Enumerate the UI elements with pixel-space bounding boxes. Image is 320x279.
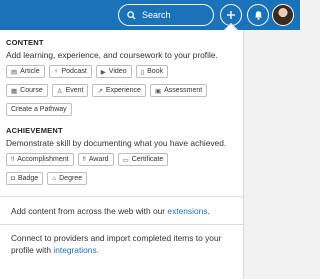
achievement-section-description: Demonstrate skill by documenting what yo… bbox=[6, 138, 227, 148]
achievement-chip-row-2: ◘ Badge ⌂ Degree bbox=[6, 172, 237, 185]
achievement-section: ACHIEVEMENT Demonstrate skill by documen… bbox=[0, 116, 243, 185]
integrations-note: Connect to providers and import complete… bbox=[11, 233, 222, 255]
assessment-icon: ▣ bbox=[154, 87, 162, 95]
video-button[interactable]: ▶ Video bbox=[95, 65, 132, 78]
degree-icon: ⌂ bbox=[52, 175, 57, 182]
podcast-icon: ♀ bbox=[53, 68, 59, 75]
bell-icon bbox=[254, 11, 262, 20]
content-chip-row-3: Create a Pathway bbox=[6, 103, 237, 116]
integrations-link[interactable]: integrations bbox=[53, 245, 96, 255]
content-chip-row-2: ▦ Course ♙ Event ↗ Experience ▣ Assessment bbox=[6, 84, 237, 97]
article-icon: ▤ bbox=[11, 68, 18, 76]
experience-icon: ↗ bbox=[97, 87, 103, 95]
achievement-chip-row-1: ‼ Accomplishment ‼ Award ▭ Certificate bbox=[6, 153, 237, 166]
accomplishment-icon: ‼ bbox=[11, 156, 15, 163]
achievement-section-title: ACHIEVEMENT bbox=[6, 126, 63, 135]
search-button[interactable]: Search bbox=[118, 4, 214, 26]
user-avatar[interactable] bbox=[272, 4, 294, 26]
book-icon: ▯ bbox=[140, 68, 145, 76]
award-button[interactable]: ‼ Award bbox=[77, 153, 114, 166]
course-button[interactable]: ▦ Course bbox=[6, 84, 48, 97]
search-icon bbox=[127, 10, 136, 20]
extensions-link[interactable]: extensions bbox=[167, 206, 207, 216]
accomplishment-button[interactable]: ‼ Accomplishment bbox=[6, 153, 74, 166]
create-pathway-button[interactable]: Create a Pathway bbox=[6, 103, 72, 116]
certificate-button[interactable]: ▭ Certificate bbox=[117, 153, 169, 166]
degree-button[interactable]: ⌂ Degree bbox=[47, 172, 88, 185]
content-chip-row-1: ▤ Article ♀ Podcast ▶ Video ▯ Book bbox=[6, 65, 237, 78]
article-button[interactable]: ▤ Article bbox=[6, 65, 45, 78]
certificate-icon: ▭ bbox=[122, 156, 129, 164]
badge-button[interactable]: ◘ Badge bbox=[6, 172, 44, 185]
course-icon: ▦ bbox=[11, 87, 18, 95]
podcast-button[interactable]: ♀ Podcast bbox=[48, 65, 92, 78]
content-section-title: CONTENT bbox=[6, 38, 44, 47]
badge-icon: ◘ bbox=[11, 175, 15, 182]
content-section-description: Add learning, experience, and coursework… bbox=[6, 50, 218, 60]
assessment-button[interactable]: ▣ Assessment bbox=[149, 84, 208, 97]
video-icon: ▶ bbox=[100, 68, 106, 76]
event-icon: ♙ bbox=[56, 87, 63, 95]
add-content-dropdown: CONTENT Add learning, experience, and co… bbox=[0, 30, 244, 279]
notifications-button[interactable] bbox=[247, 4, 269, 26]
award-icon: ‼ bbox=[82, 156, 86, 163]
plus-icon bbox=[227, 11, 235, 19]
extensions-note: Add content from across the web with our… bbox=[11, 206, 210, 216]
event-button[interactable]: ♙ Event bbox=[51, 84, 89, 97]
content-section: CONTENT Add learning, experience, and co… bbox=[0, 30, 243, 116]
book-button[interactable]: ▯ Book bbox=[135, 65, 169, 78]
top-navigation-bar: Search bbox=[0, 0, 300, 30]
search-label: Search bbox=[142, 10, 171, 20]
experience-button[interactable]: ↗ Experience bbox=[92, 84, 146, 97]
